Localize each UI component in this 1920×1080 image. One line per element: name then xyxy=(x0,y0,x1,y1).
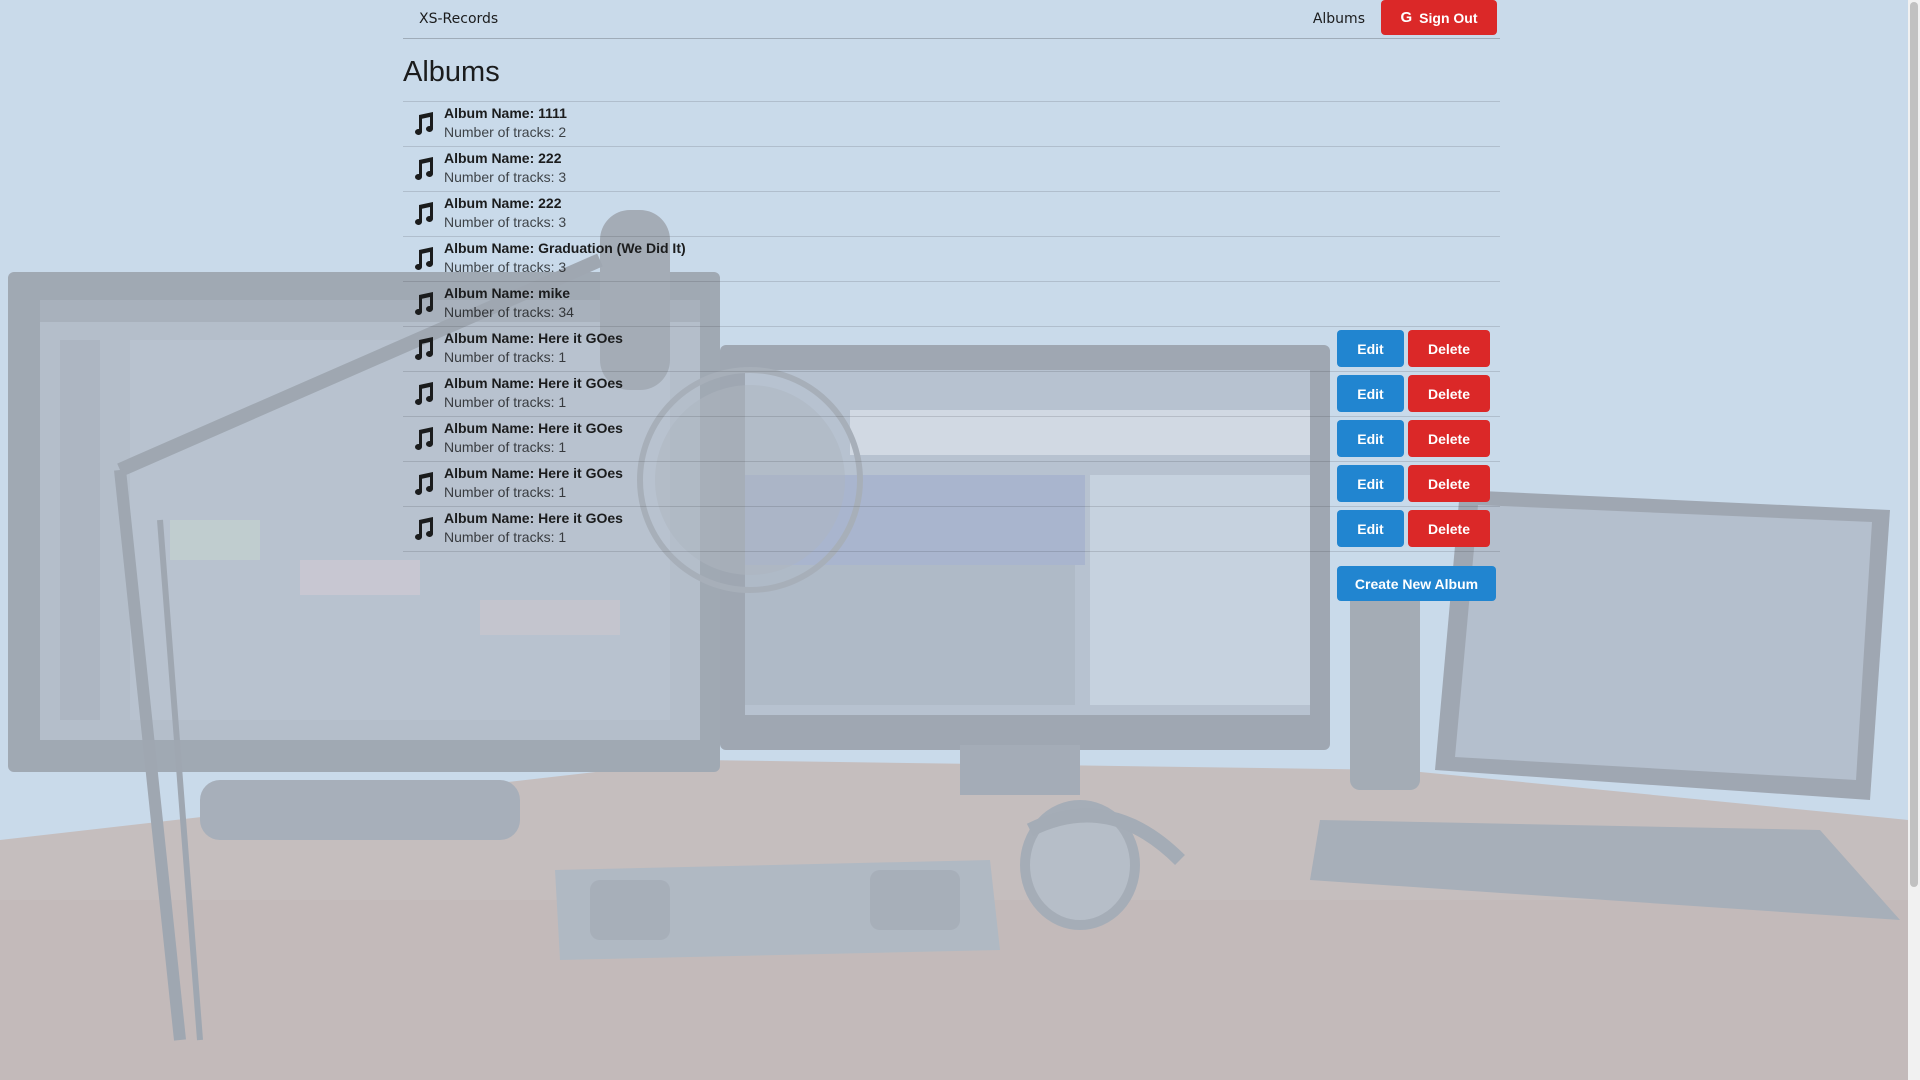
album-track-count: Number of tracks: 1 xyxy=(444,529,567,545)
music-note-icon xyxy=(403,517,443,541)
album-list-item: Album Name: 1111 Number of tracks: 2 xyxy=(403,102,1500,147)
album-actions: Edit Delete xyxy=(1337,375,1490,412)
delete-button[interactable]: Delete xyxy=(1408,375,1490,412)
album-track-count: Number of tracks: 3 xyxy=(444,214,567,230)
album-list-item: Album Name: Here it GOes Number of track… xyxy=(403,327,1500,372)
album-actions: Edit Delete xyxy=(1337,465,1490,502)
album-list-item: Album Name: Here it GOes Number of track… xyxy=(403,507,1500,552)
page-title: Albums xyxy=(403,55,1500,102)
delete-button[interactable]: Delete xyxy=(1408,330,1490,367)
music-note-icon xyxy=(403,157,443,181)
music-note-icon xyxy=(403,472,443,496)
album-track-count: Number of tracks: 3 xyxy=(444,259,567,275)
album-name: Album Name: 222 xyxy=(444,195,562,211)
album-name: Album Name: 1111 xyxy=(444,105,567,121)
music-note-icon xyxy=(403,112,443,136)
albums-nav-link[interactable]: Albums xyxy=(1313,11,1365,27)
page-scrollbar[interactable] xyxy=(1908,0,1920,1080)
album-name: Album Name: Graduation (We Did It) xyxy=(444,240,686,256)
delete-button[interactable]: Delete xyxy=(1408,510,1490,547)
music-note-icon xyxy=(403,202,443,226)
main-container: XS-Records Albums G Sign Out Albums Albu… xyxy=(403,0,1500,601)
album-list: Album Name: 1111 Number of tracks: 2 Alb… xyxy=(403,102,1500,552)
album-name: Album Name: Here it GOes xyxy=(444,420,623,436)
album-track-count: Number of tracks: 1 xyxy=(444,394,567,410)
create-new-album-button[interactable]: Create New Album xyxy=(1337,566,1496,601)
album-track-count: Number of tracks: 1 xyxy=(444,349,567,365)
album-track-count: Number of tracks: 2 xyxy=(444,124,567,140)
album-track-count: Number of tracks: 1 xyxy=(444,484,567,500)
edit-button[interactable]: Edit xyxy=(1337,420,1404,457)
album-list-item: Album Name: 222 Number of tracks: 3 xyxy=(403,147,1500,192)
edit-button[interactable]: Edit xyxy=(1337,510,1404,547)
music-note-icon xyxy=(403,337,443,361)
music-note-icon xyxy=(403,382,443,406)
album-name: Album Name: mike xyxy=(444,285,571,301)
album-list-item: Album Name: Here it GOes Number of track… xyxy=(403,462,1500,507)
album-track-count: Number of tracks: 34 xyxy=(444,304,574,320)
edit-button[interactable]: Edit xyxy=(1337,375,1404,412)
album-list-item: Album Name: Graduation (We Did It) Numbe… xyxy=(403,237,1500,282)
music-note-icon xyxy=(403,292,443,316)
sign-out-button[interactable]: G Sign Out xyxy=(1381,0,1497,35)
sign-out-label: Sign Out xyxy=(1419,9,1478,26)
album-actions: Edit Delete xyxy=(1337,420,1490,457)
album-list-item: Album Name: Here it GOes Number of track… xyxy=(403,417,1500,462)
google-icon: G xyxy=(1400,9,1413,26)
edit-button[interactable]: Edit xyxy=(1337,330,1404,367)
album-name: Album Name: Here it GOes xyxy=(444,465,623,481)
album-actions: Edit Delete xyxy=(1337,330,1490,367)
top-menu: XS-Records Albums G Sign Out xyxy=(403,0,1500,39)
delete-button[interactable]: Delete xyxy=(1408,420,1490,457)
delete-button[interactable]: Delete xyxy=(1408,465,1490,502)
menu-right: Albums G Sign Out xyxy=(1313,0,1500,38)
album-track-count: Number of tracks: 3 xyxy=(444,169,567,185)
album-name: Album Name: Here it GOes xyxy=(444,510,623,526)
album-name: Album Name: 222 xyxy=(444,150,562,166)
album-list-item: Album Name: mike Number of tracks: 34 xyxy=(403,282,1500,327)
edit-button[interactable]: Edit xyxy=(1337,465,1404,502)
album-list-item: Album Name: 222 Number of tracks: 3 xyxy=(403,192,1500,237)
music-note-icon xyxy=(403,427,443,451)
album-actions: Edit Delete xyxy=(1337,510,1490,547)
album-list-item: Album Name: Here it GOes Number of track… xyxy=(403,372,1500,417)
scrollbar-thumb[interactable] xyxy=(1910,2,1918,887)
brand-link[interactable]: XS-Records xyxy=(419,11,498,27)
album-name: Album Name: Here it GOes xyxy=(444,330,623,346)
music-note-icon xyxy=(403,247,443,271)
album-name: Album Name: Here it GOes xyxy=(444,375,623,391)
album-track-count: Number of tracks: 1 xyxy=(444,439,567,455)
